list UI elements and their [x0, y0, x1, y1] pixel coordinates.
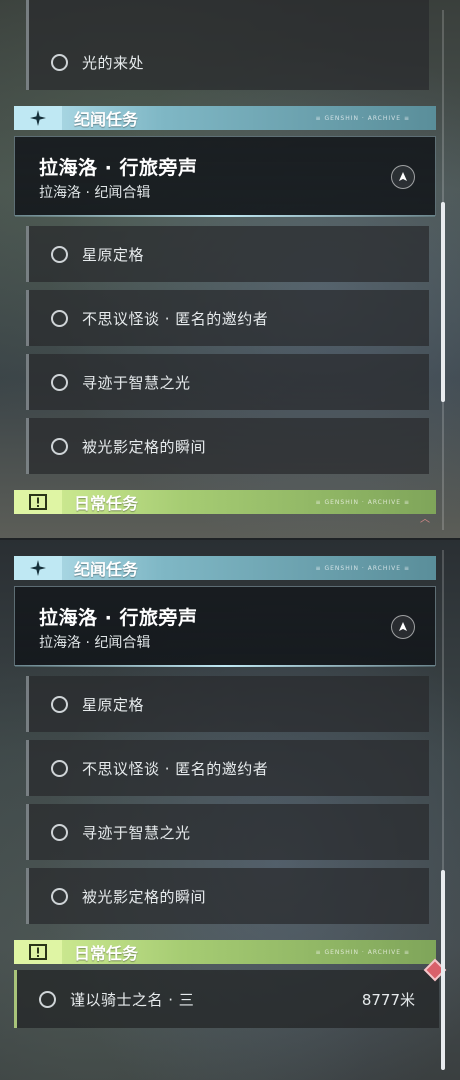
story-quest-category-header[interactable]: 纪闻任务 ≡ GENSHIN · ARCHIVE ≡	[14, 556, 436, 580]
category-title: 日常任务	[74, 944, 139, 963]
quest-card-title: 拉海洛 · 行旅旁声	[39, 157, 198, 179]
quest-row-partial[interactable]	[26, 0, 429, 34]
scrollbar-thumb[interactable]	[441, 870, 445, 1070]
story-quest-card[interactable]: 拉海洛 · 行旅旁声 拉海洛 · 纪闻合辑	[14, 136, 436, 217]
scrollbar-track[interactable]	[441, 10, 445, 530]
quest-row[interactable]: 寻迹于智慧之光	[26, 804, 429, 860]
chevron-up-icon: ︿	[420, 514, 430, 525]
quest-row[interactable]: 星原定格	[26, 676, 429, 732]
header-decoration: ≡ GENSHIN · ARCHIVE ≡	[315, 564, 410, 572]
quest-card-subtitle: 拉海洛 · 纪闻合辑	[39, 185, 151, 201]
quest-distance: 8777米	[361, 990, 415, 1009]
quest-row[interactable]: 星原定格	[26, 226, 429, 282]
quest-list-panel-bottom: 纪闻任务 ≡ GENSHIN · ARCHIVE ≡ 拉海洛 · 行旅旁声 拉海…	[0, 540, 460, 1080]
story-quest-category-header[interactable]: 纪闻任务 ≡ GENSHIN · ARCHIVE ≡	[14, 106, 436, 130]
category-title: 纪闻任务	[74, 560, 139, 579]
quest-row-label: 寻迹于智慧之光	[82, 823, 191, 842]
daily-quest-row[interactable]: 谨以骑士之名 · 三 8777米	[14, 958, 447, 1028]
empty-circle-icon	[51, 309, 68, 327]
compass-arrow-icon[interactable]	[391, 165, 415, 189]
quest-row-light-origin[interactable]: 光的来处	[26, 34, 429, 90]
quest-row-label: 星原定格	[82, 245, 145, 264]
empty-circle-icon	[51, 437, 68, 455]
quest-row[interactable]: 被光影定格的瞬间	[26, 868, 429, 924]
category-title: 纪闻任务	[74, 110, 139, 129]
quest-card-subtitle: 拉海洛 · 纪闻合辑	[39, 635, 151, 651]
empty-circle-icon	[51, 823, 68, 841]
four-point-star-icon	[14, 106, 62, 130]
quest-row-label: 被光影定格的瞬间	[82, 437, 207, 456]
scrollbar-thumb[interactable]	[441, 202, 445, 402]
quest-row[interactable]: 被光影定格的瞬间	[26, 418, 429, 474]
exclamation-box-icon	[14, 940, 62, 964]
empty-circle-icon	[39, 990, 56, 1008]
quest-row-label: 被光影定格的瞬间	[82, 887, 207, 906]
daily-quest-category-header[interactable]: 日常任务 ≡ GENSHIN · ARCHIVE ≡	[14, 490, 436, 514]
quest-row-label: 寻迹于智慧之光	[82, 373, 191, 392]
scrollbar-track[interactable]	[441, 550, 445, 1070]
empty-circle-icon	[51, 53, 68, 71]
header-decoration: ≡ GENSHIN · ARCHIVE ≡	[315, 114, 410, 122]
quest-row[interactable]: 不思议怪谈 · 匿名的邀约者	[26, 290, 429, 346]
four-point-star-icon	[14, 556, 62, 580]
empty-circle-icon	[51, 373, 68, 391]
empty-circle-icon	[51, 887, 68, 905]
empty-circle-icon	[51, 759, 68, 777]
category-title: 日常任务	[74, 494, 139, 513]
exclamation-box-icon	[14, 490, 62, 514]
empty-circle-icon	[51, 695, 68, 713]
quest-row-label: 光的来处	[82, 53, 145, 72]
quest-card-title: 拉海洛 · 行旅旁声	[39, 607, 198, 629]
compass-arrow-icon[interactable]	[391, 615, 415, 639]
quest-row-label: 不思议怪谈 · 匿名的邀约者	[82, 759, 269, 778]
daily-quest-category-header[interactable]: 日常任务 ≡ GENSHIN · ARCHIVE ≡	[14, 940, 436, 964]
story-quest-card[interactable]: 拉海洛 · 行旅旁声 拉海洛 · 纪闻合辑	[14, 586, 436, 667]
quest-list-panel-top: 光的来处 纪闻任务 ≡ GENSHIN · ARCHIVE ≡ 拉海洛 · 行旅…	[0, 0, 460, 540]
quest-row-label: 星原定格	[82, 695, 145, 714]
header-decoration: ≡ GENSHIN · ARCHIVE ≡	[315, 498, 410, 506]
quest-row[interactable]: 不思议怪谈 · 匿名的邀约者	[26, 740, 429, 796]
header-decoration: ≡ GENSHIN · ARCHIVE ≡	[315, 948, 410, 956]
quest-row-label: 不思议怪谈 · 匿名的邀约者	[82, 309, 269, 328]
daily-quest-label: 谨以骑士之名 · 三	[70, 990, 195, 1009]
quest-row[interactable]: 寻迹于智慧之光	[26, 354, 429, 410]
empty-circle-icon	[51, 245, 68, 263]
